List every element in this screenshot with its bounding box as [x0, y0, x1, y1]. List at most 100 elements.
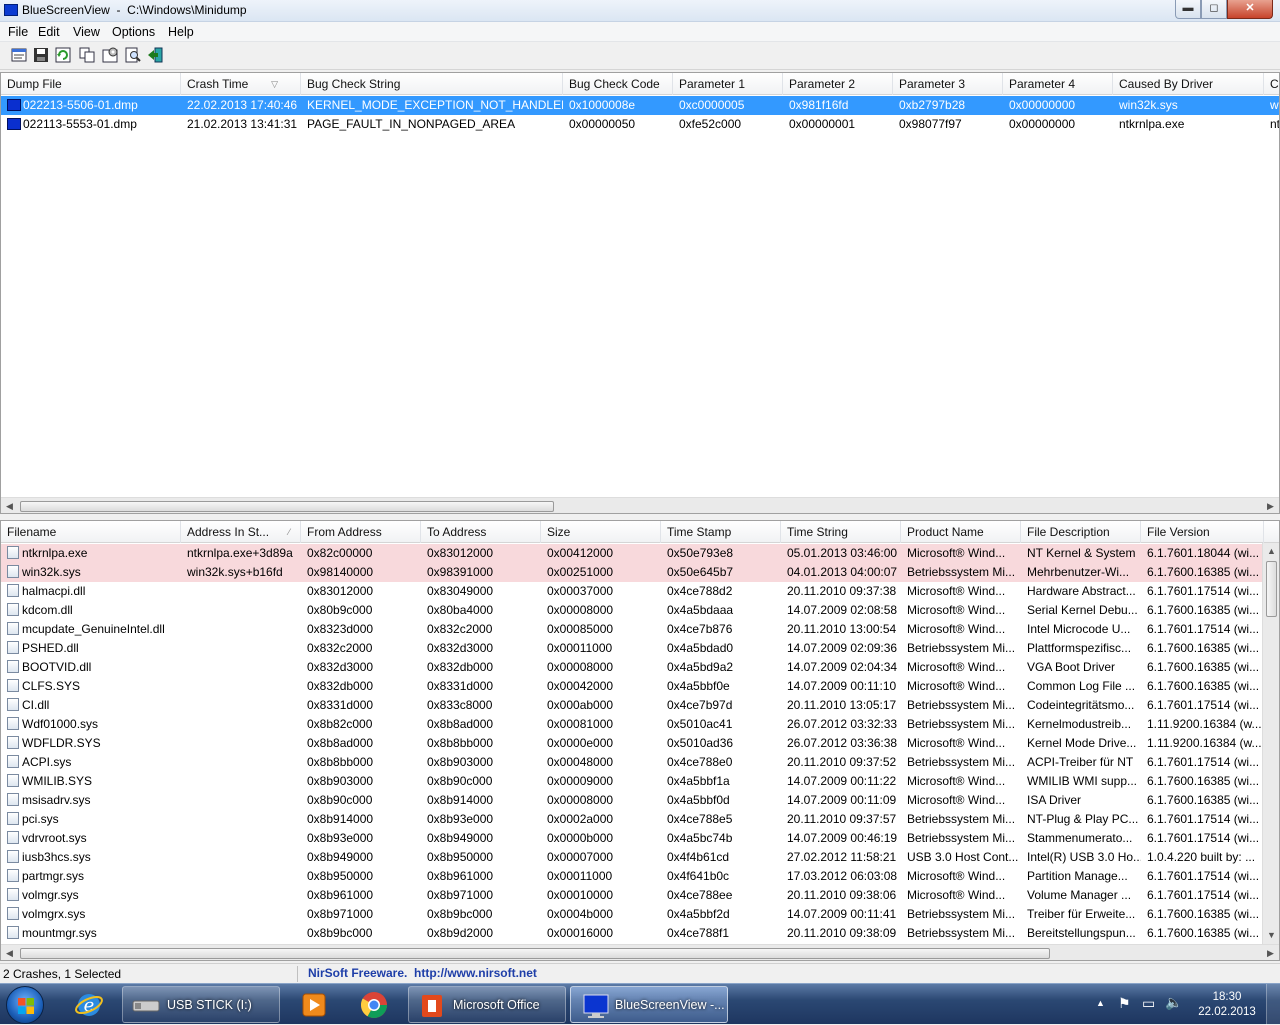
- driver-row[interactable]: volmgr.sys 0x8b961000 0x8b971000 0x00010000…: [1, 886, 1262, 905]
- driver-row[interactable]: CI.dll 0x8331d000 0x833c8000 0x000ab000 0x4c…: [1, 696, 1262, 715]
- scroll-right-icon[interactable]: ▶: [1262, 945, 1279, 960]
- crash-row[interactable]: 022113-5553-01.dmp 21.02.2013 13:41:31 PAG…: [1, 115, 1279, 134]
- crash-row[interactable]: 022213-5506-01.dmp 22.02.2013 17:40:46 KER…: [1, 96, 1279, 115]
- cell-filename: ntkrnlpa.exe: [1, 544, 181, 563]
- taskbar: e USB STICK (I:) Microsoft Office BlueSc…: [0, 983, 1280, 1025]
- clock[interactable]: 18:30 22.02.2013: [1196, 990, 1258, 1020]
- cell-time-string: 17.03.2012 06:03:08: [781, 867, 901, 886]
- driver-row[interactable]: kdcom.dll 0x80b9c000 0x80ba4000 0x00008000 0…: [1, 601, 1262, 620]
- action-center-flag-icon[interactable]: ⚑: [1118, 995, 1131, 1012]
- taskbar-bluescreenview[interactable]: BlueScreenView -...: [570, 986, 728, 1023]
- driver-row[interactable]: ACPI.sys 0x8b8bb000 0x8b903000 0x00048000 0x…: [1, 753, 1262, 772]
- driver-row[interactable]: msisadrv.sys 0x8b90c000 0x8b914000 0x000080…: [1, 791, 1262, 810]
- cell-time-stamp: 0x4a5bdaaa: [661, 601, 781, 620]
- driver-row[interactable]: pci.sys 0x8b914000 0x8b93e000 0x0002a000 0x4…: [1, 810, 1262, 829]
- driver-row[interactable]: mcupdate_GenuineIntel.dll 0x8323d000 0x832…: [1, 620, 1262, 639]
- taskbar-chrome[interactable]: [350, 986, 400, 1023]
- crash-list-hscroll-thumb[interactable]: [20, 501, 554, 512]
- close-button[interactable]: ✕: [1227, 0, 1273, 19]
- crash-list-hscrollbar[interactable]: ◀ ▶: [1, 497, 1279, 513]
- crash-list[interactable]: Dump File Crash Time ▽ Bug Check String B…: [0, 72, 1280, 514]
- maximize-button[interactable]: ◻: [1201, 0, 1227, 19]
- copy-icon[interactable]: [78, 46, 96, 64]
- column-dump-file[interactable]: Dump File: [1, 73, 181, 95]
- driver-row[interactable]: partmgr.sys 0x8b950000 0x8b961000 0x0001100…: [1, 867, 1262, 886]
- cell-file-description: Treiber für Erweite...: [1021, 905, 1141, 924]
- driver-row[interactable]: vdrvroot.sys 0x8b93e000 0x8b949000 0x0000b0…: [1, 829, 1262, 848]
- column-time-stamp[interactable]: Time Stamp: [661, 521, 781, 543]
- driver-row[interactable]: CLFS.SYS 0x832db000 0x8331d000 0x00042000 0x…: [1, 677, 1262, 696]
- column-size[interactable]: Size: [541, 521, 661, 543]
- column-time-string[interactable]: Time String: [781, 521, 901, 543]
- network-icon[interactable]: ▭: [1142, 995, 1155, 1012]
- column-caused-by-driver[interactable]: Caused By Driver: [1113, 73, 1264, 95]
- driver-list-vscrollbar[interactable]: ▲ ▼: [1262, 543, 1279, 944]
- driver-row[interactable]: halmacpi.dll 0x83012000 0x83049000 0x000370…: [1, 582, 1262, 601]
- driver-row[interactable]: BOOTVID.dll 0x832d3000 0x832db000 0x0000800…: [1, 658, 1262, 677]
- column-product-name[interactable]: Product Name: [901, 521, 1021, 543]
- taskbar-microsoft-office[interactable]: Microsoft Office: [408, 986, 566, 1023]
- menu-file[interactable]: File: [8, 25, 28, 39]
- menu-options[interactable]: Options: [112, 25, 155, 39]
- column-file-description[interactable]: File Description: [1021, 521, 1141, 543]
- cell-text: Microsoft® Wind...: [907, 546, 1006, 560]
- scroll-up-icon[interactable]: ▲: [1263, 543, 1279, 560]
- volume-icon[interactable]: 🔈: [1165, 994, 1182, 1011]
- show-hidden-icons-button[interactable]: ▲: [1096, 998, 1105, 1008]
- driver-row[interactable]: ntkrnlpa.exe ntkrnlpa.exe+3d89a 0x82c00000…: [1, 544, 1262, 563]
- scroll-down-icon[interactable]: ▼: [1263, 927, 1279, 944]
- driver-row[interactable]: win32k.sys win32k.sys+b16fd 0x98140000 0x98…: [1, 563, 1262, 582]
- properties-icon[interactable]: [10, 46, 28, 64]
- driver-list-hscrollbar[interactable]: ◀ ▶: [1, 944, 1279, 960]
- menu-help[interactable]: Help: [168, 25, 194, 39]
- cell-size: 0x0002a000: [541, 810, 661, 829]
- save-icon[interactable]: [32, 46, 50, 64]
- driver-list-vscroll-thumb[interactable]: [1266, 561, 1277, 617]
- column-filename[interactable]: Filename: [1, 521, 181, 543]
- driver-row[interactable]: Wdf01000.sys 0x8b82c000 0x8b8ad000 0x000810…: [1, 715, 1262, 734]
- exit-icon[interactable]: [146, 46, 164, 64]
- taskbar-internet-explorer[interactable]: e: [64, 986, 114, 1023]
- refresh-icon[interactable]: [54, 46, 72, 64]
- scroll-right-icon[interactable]: ▶: [1262, 498, 1279, 513]
- driver-row[interactable]: mountmgr.sys 0x8b9bc000 0x8b9d2000 0x000160…: [1, 924, 1262, 943]
- cell-product-name: Betriebssystem Mi...: [901, 696, 1021, 715]
- driver-list-hscroll-thumb[interactable]: [20, 948, 1050, 959]
- cell-file-version: 6.1.7601.17514 (wi...: [1141, 810, 1262, 829]
- column-crash-time[interactable]: Crash Time ▽: [181, 73, 301, 95]
- cell-to-address: 0x832c2000: [421, 620, 541, 639]
- advanced-options-icon[interactable]: [101, 46, 119, 64]
- nirsoft-link[interactable]: NirSoft Freeware. http://www.nirsoft.net: [308, 966, 537, 980]
- column-parameter-4[interactable]: Parameter 4: [1003, 73, 1113, 95]
- column-parameter-2[interactable]: Parameter 2: [783, 73, 893, 95]
- driver-row[interactable]: iusb3hcs.sys 0x8b949000 0x8b950000 0x000070…: [1, 848, 1262, 867]
- column-to-address[interactable]: To Address: [421, 521, 541, 543]
- column-parameter-3[interactable]: Parameter 3: [893, 73, 1003, 95]
- show-desktop-button[interactable]: [1266, 984, 1280, 1025]
- cell-text: 0x00000001: [789, 117, 856, 131]
- minimize-button[interactable]: ▬: [1175, 0, 1201, 19]
- column-parameter-1[interactable]: Parameter 1: [673, 73, 783, 95]
- driver-row[interactable]: PSHED.dll 0x832c2000 0x832d3000 0x00011000 0…: [1, 639, 1262, 658]
- taskbar-media-player[interactable]: [290, 986, 340, 1023]
- scroll-left-icon[interactable]: ◀: [1, 945, 18, 960]
- driver-list[interactable]: Filename Address In St... ⁄ From Address …: [0, 520, 1280, 961]
- column-bug-check-code[interactable]: Bug Check Code: [563, 73, 673, 95]
- driver-row[interactable]: volmgrx.sys 0x8b971000 0x8b9bc000 0x0004b00…: [1, 905, 1262, 924]
- column-bug-check-string[interactable]: Bug Check String: [301, 73, 563, 95]
- column-from-address[interactable]: From Address: [301, 521, 421, 543]
- menu-view[interactable]: View: [73, 25, 100, 39]
- column-file-version[interactable]: File Version: [1141, 521, 1264, 543]
- column-address-in-stack[interactable]: Address In St... ⁄: [181, 521, 301, 543]
- find-icon[interactable]: [124, 46, 142, 64]
- driver-row[interactable]: WMILIB.SYS 0x8b903000 0x8b90c000 0x00009000…: [1, 772, 1262, 791]
- scroll-left-icon[interactable]: ◀: [1, 498, 18, 513]
- cell-from-address: 0x83012000: [301, 582, 421, 601]
- cell-filename: volmgr.sys: [1, 886, 181, 905]
- menu-edit[interactable]: Edit: [38, 25, 60, 39]
- taskbar-usb-stick[interactable]: USB STICK (I:): [122, 986, 280, 1023]
- cell-text: 0x8b8bb000: [427, 736, 494, 750]
- start-button[interactable]: [6, 986, 44, 1024]
- driver-row[interactable]: WDFLDR.SYS 0x8b8ad000 0x8b8bb000 0x0000e000…: [1, 734, 1262, 753]
- column-caused-by-address[interactable]: C: [1264, 73, 1279, 95]
